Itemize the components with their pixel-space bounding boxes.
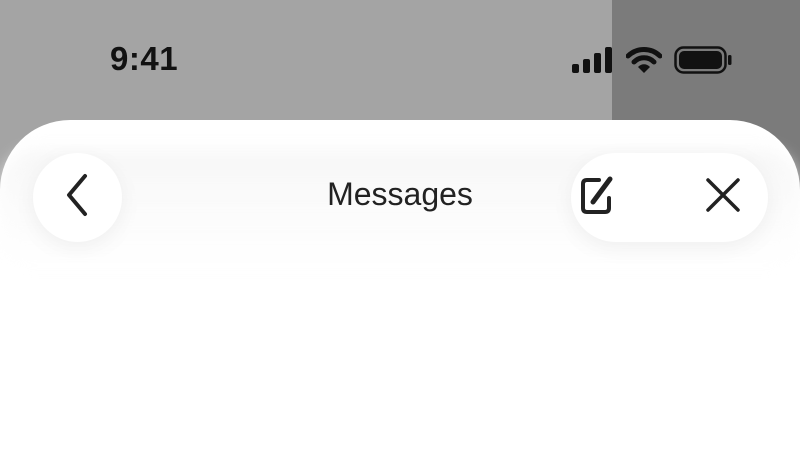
messages-sheet: Messages [0, 120, 800, 450]
action-buttons-group [571, 153, 768, 242]
status-icons [572, 44, 732, 76]
close-button[interactable] [695, 153, 751, 242]
wifi-icon [626, 46, 662, 74]
cellular-signal-icon [572, 47, 614, 73]
navigation-bar: Messages [0, 120, 800, 270]
back-button[interactable] [33, 153, 122, 242]
compose-button[interactable] [571, 153, 621, 242]
status-bar: 9:41 [0, 0, 800, 120]
chevron-left-icon [63, 173, 93, 222]
compose-icon [579, 174, 613, 221]
close-icon [705, 177, 741, 218]
battery-icon [674, 46, 732, 74]
page-title: Messages [327, 176, 473, 212]
status-time: 9:41 [110, 40, 179, 77]
